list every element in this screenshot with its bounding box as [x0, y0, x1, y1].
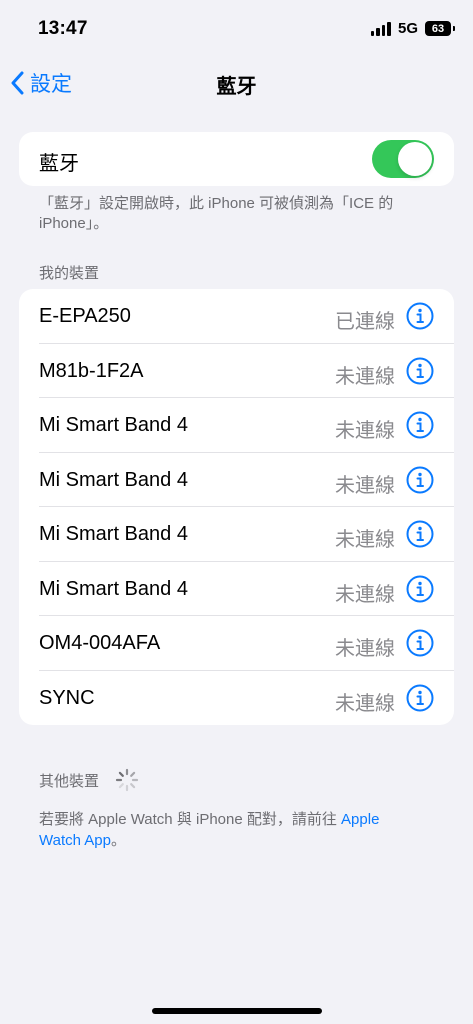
info-icon[interactable]: [406, 629, 434, 657]
apple-watch-note-text: 若要將 Apple Watch 與 iPhone 配對，請前往: [39, 811, 337, 828]
apple-watch-note: 若要將 Apple Watch 與 iPhone 配對，請前往 Apple Wa…: [39, 809, 419, 851]
info-icon[interactable]: [406, 302, 434, 330]
battery-level: 63: [431, 22, 445, 35]
page-title: 藍牙: [216, 76, 257, 98]
info-icon[interactable]: [406, 411, 434, 439]
device-status: 未連線: [335, 692, 395, 715]
device-row[interactable]: SYNC 未連線: [19, 671, 454, 726]
my-devices-list: E-EPA250 已連線 M81b-1F2A 未連線 Mi Smart Band 4 未連…: [19, 289, 454, 725]
device-name: Mi Smart Band 4: [39, 468, 188, 491]
device-status: 未連線: [335, 638, 395, 660]
cellular-signal-icon: [370, 21, 391, 36]
device-row[interactable]: M81b-1F2A 未連線: [19, 344, 454, 398]
device-name: SYNC: [39, 686, 95, 709]
status-time: 13:47: [38, 18, 88, 39]
device-status: 未連線: [335, 583, 395, 606]
device-status: 已連線: [335, 311, 395, 333]
other-devices-section: 其他裝置: [39, 768, 139, 792]
info-icon[interactable]: [406, 357, 434, 385]
status-bar: 13:47 5G 63: [0, 0, 473, 60]
toggle-knob: [398, 142, 432, 176]
loading-spinner-icon: [115, 768, 139, 792]
other-devices-header: 其他裝置: [39, 772, 100, 790]
device-name: E-EPA250: [39, 305, 131, 327]
device-row[interactable]: Mi Smart Band 4 未連線: [19, 398, 454, 453]
status-icons: 5G 63: [370, 20, 455, 37]
device-status: 未連線: [335, 529, 395, 551]
network-type: 5G: [397, 20, 418, 37]
device-name: Mi Smart Band 4: [39, 577, 188, 600]
bluetooth-label: 藍牙: [39, 153, 79, 175]
device-name: Mi Smart Band 4: [39, 414, 188, 436]
my-devices-header: 我的裝置: [39, 265, 100, 282]
device-row[interactable]: Mi Smart Band 4 未連線: [19, 507, 454, 562]
info-icon[interactable]: [406, 684, 434, 712]
device-row[interactable]: E-EPA250 已連線: [19, 289, 454, 344]
device-row[interactable]: OM4-004AFA 未連線: [19, 616, 454, 671]
bluetooth-toggle-row: 藍牙: [19, 132, 454, 186]
device-name: Mi Smart Band 4: [39, 523, 188, 545]
bluetooth-toggle[interactable]: [372, 140, 434, 178]
device-name: M81b-1F2A: [39, 359, 144, 382]
battery-icon: 63: [425, 21, 455, 36]
info-icon[interactable]: [406, 466, 434, 494]
device-name: OM4-004AFA: [39, 632, 161, 654]
bluetooth-footnote: 「藍牙」設定開啟時，此 iPhone 可被偵測為「ICE 的 iPhone」。: [39, 195, 394, 232]
device-row[interactable]: Mi Smart Band 4 未連線: [19, 453, 454, 507]
device-row[interactable]: Mi Smart Band 4 未連線: [19, 562, 454, 616]
info-icon[interactable]: [406, 520, 434, 548]
navigation-bar: 設定 藍牙: [0, 60, 473, 108]
device-status: 未連線: [335, 420, 395, 442]
device-status: 未連線: [335, 474, 395, 497]
info-icon[interactable]: [406, 575, 434, 603]
apple-watch-note-end: 。: [110, 832, 126, 849]
home-indicator: [152, 1008, 322, 1014]
device-status: 未連線: [335, 365, 395, 388]
